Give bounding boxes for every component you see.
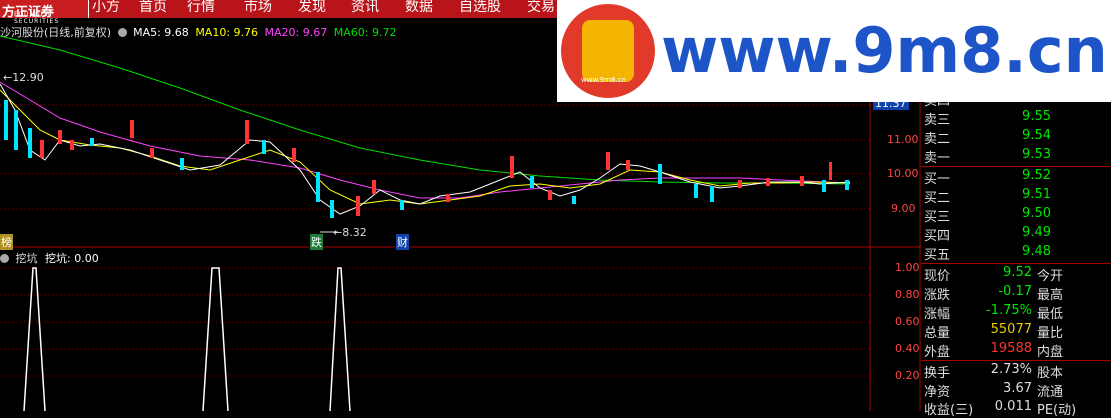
indicator-axis-label: 0.40 (895, 342, 920, 355)
bid-label: 买一 (924, 172, 951, 187)
stat-value: -1.75% (986, 303, 1032, 318)
panel-divider (921, 166, 1111, 167)
stat-row: 收益(三) 0.011 PE(动) (921, 399, 1111, 418)
stat-label: 外盘 (924, 345, 951, 360)
grid-lines (0, 104, 870, 377)
stat-label: 总量 (924, 326, 951, 341)
stat-label-2: PE(动) (1037, 403, 1077, 418)
ma5-line (0, 83, 851, 215)
ask-price: 9.54 (1022, 128, 1051, 143)
indicator-spikes (23, 267, 351, 411)
bid-label: 买四 (924, 229, 951, 244)
bid-label: 买三 (924, 210, 951, 225)
stat-row: 总量 55077 量比 (921, 322, 1111, 341)
stat-row: 净资 3.67 流通 (921, 381, 1111, 400)
indicator-title: 挖坑 (15, 252, 38, 265)
price-axis-label: 9.00 (891, 202, 916, 215)
stat-label-2: 最低 (1037, 307, 1064, 322)
ask-price: 9.53 (1022, 147, 1051, 162)
indicator-header: 挖坑 挖坑: 0.00 (0, 250, 99, 266)
high-price-label: 12.90 (12, 71, 44, 84)
bid-price: 9.51 (1022, 187, 1051, 202)
watermark-logo-mark (582, 20, 634, 82)
indicator-axis-label: 0.60 (895, 315, 920, 328)
stat-label: 换手 (924, 366, 951, 381)
stat-label-2: 量比 (1037, 326, 1064, 341)
stat-label-2: 股本 (1037, 366, 1064, 381)
watermark-small-url: www.9m8.cn (581, 76, 626, 84)
stat-label-2: 流通 (1037, 385, 1064, 400)
ask-row[interactable]: 卖三 9.55 (921, 109, 1051, 128)
low-price-label: 8.32 (342, 226, 367, 239)
panel-divider (921, 360, 1111, 361)
stat-row: 外盘 19588 内盘 (921, 341, 1111, 360)
bid-label: 买五 (924, 248, 951, 263)
ask-label: 卖一 (924, 151, 951, 166)
bid-row[interactable]: 买五 9.48 (921, 244, 1051, 263)
indicator-axis-label: 0.80 (895, 288, 920, 301)
indicator-axis-label: 1.00 (895, 261, 920, 274)
stat-label-2: 内盘 (1037, 345, 1064, 360)
indicator-axis-label: 0.20 (895, 369, 920, 382)
stat-row: 涨幅 -1.75% 最低 (921, 303, 1111, 322)
bid-row[interactable]: 买三 9.50 (921, 206, 1051, 225)
stat-row: 涨跌 -0.17 最高 (921, 284, 1111, 303)
event-tag-drop[interactable]: 跌 (310, 234, 323, 250)
indicator-settings-icon[interactable] (0, 254, 9, 263)
watermark-url: www.9m8.cn (661, 14, 1108, 87)
event-tag-finance[interactable]: 财 (396, 234, 409, 250)
stat-value: 55077 (990, 322, 1032, 337)
stat-label: 现价 (924, 269, 951, 284)
stat-value: 0.011 (994, 399, 1032, 414)
stat-value: 3.67 (1003, 381, 1032, 396)
stat-label: 涨跌 (924, 288, 951, 303)
stat-label: 涨幅 (924, 307, 951, 322)
bid-row[interactable]: 买四 9.49 (921, 225, 1051, 244)
bid-row[interactable]: 买一 9.52 (921, 168, 1051, 187)
indicator-value: 挖坑: 0.00 (45, 252, 99, 265)
ma10-line (0, 89, 851, 205)
bid-label: 买二 (924, 191, 951, 206)
stat-value: -0.17 (998, 284, 1032, 299)
bid-price: 9.52 (1022, 168, 1051, 183)
ask-price: 9.55 (1022, 109, 1051, 124)
watermark-logo-icon: www.9m8.cn (561, 4, 655, 98)
stat-label-2: 最高 (1037, 288, 1064, 303)
low-price-marker: ←8.32 (333, 226, 367, 239)
stat-row: 换手 2.73% 股本 (921, 362, 1111, 381)
ask-row[interactable]: 卖一 9.53 (921, 147, 1051, 166)
bid-price: 9.49 (1022, 225, 1051, 240)
candles (4, 100, 849, 218)
stat-label-2: 今开 (1037, 269, 1064, 284)
bid-row[interactable]: 买二 9.51 (921, 187, 1051, 206)
ask-row[interactable]: 卖二 9.54 (921, 128, 1051, 147)
ask-label: 卖二 (924, 132, 951, 147)
stat-row: 现价 9.52 今开 (921, 265, 1111, 284)
panel-divider (921, 263, 1111, 264)
stat-label: 净资 (924, 385, 951, 400)
quote-panel: 卖四9.56 卖三9.55 卖二9.54 卖一9.53 买一9.52 买二9.5… (921, 88, 1111, 418)
stat-value: 2.73% (990, 362, 1032, 377)
high-price-marker: ←12.90 (3, 71, 44, 84)
stat-value: 9.52 (1003, 265, 1032, 280)
ask-label: 卖三 (924, 113, 951, 128)
price-axis-label: 10.00 (887, 167, 919, 180)
bid-price: 9.50 (1022, 206, 1051, 221)
watermark-banner: www.9m8.cn www.9m8.cn (557, 0, 1111, 102)
stat-value: 19588 (990, 341, 1032, 356)
bid-price: 9.48 (1022, 244, 1051, 259)
price-axis-label: 11.00 (887, 133, 919, 146)
event-tag-list[interactable]: 榜 (0, 234, 13, 250)
